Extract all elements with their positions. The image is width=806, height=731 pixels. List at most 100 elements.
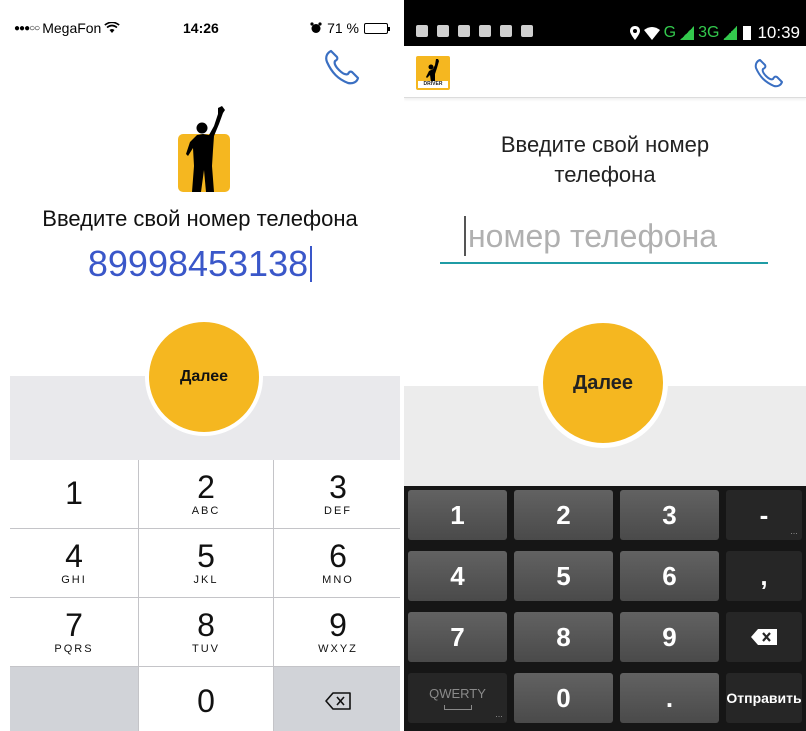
ios-status-bar: ●●●○○ MegaFon 14:26 71 % [0, 0, 400, 44]
wifi-icon [643, 26, 660, 40]
key-6[interactable]: 6 [620, 551, 719, 601]
key-letters: JKL [193, 574, 219, 586]
android-status-bar: G 3G 10:39 [404, 0, 806, 46]
app-toolbar: DRIVER [404, 46, 806, 98]
key-digit: 2 [556, 499, 571, 530]
key-7[interactable]: 7 [408, 612, 507, 662]
more-options-icon: … [495, 710, 503, 719]
raised-hand-figure-icon [426, 59, 439, 82]
backspace-icon [751, 629, 777, 645]
delete-key[interactable] [726, 612, 802, 662]
send-key-label: Отправить [726, 690, 802, 706]
key-letters: ABC [191, 505, 221, 517]
key-1[interactable]: 1 [408, 490, 507, 540]
signal-icon-2 [723, 26, 738, 40]
delete-key[interactable] [274, 667, 400, 731]
signal-dots-icon: ●●●○○ [14, 22, 40, 34]
status-time: 14:26 [183, 20, 219, 36]
notification-icon [416, 25, 428, 37]
qwerty-switch-key[interactable]: QWERTY … [408, 673, 507, 723]
phone-number-input[interactable]: номер телефона [440, 208, 768, 264]
battery-percent: 71 % [327, 20, 359, 36]
key-dot[interactable]: . [620, 673, 719, 723]
notification-icons [416, 25, 533, 37]
status-time: 10:39 [757, 23, 800, 42]
key-digit: 4 [450, 560, 465, 591]
phone-number-value: 89998453138 [87, 243, 309, 284]
phone-number-placeholder: номер телефона [468, 218, 718, 254]
key-8[interactable]: 8 TUV [139, 598, 273, 666]
key-digit: 9 [662, 621, 677, 652]
send-key[interactable]: Отправить [726, 673, 802, 723]
key-letters: PQRS [54, 643, 94, 655]
key-9[interactable]: 9 [620, 612, 719, 662]
key-symbol: . [665, 682, 674, 713]
key-digit: 6 [662, 560, 677, 591]
numeric-keypad: 1 2 3 -… 4 5 6 , 7 8 9 QWERTY… 0 . Отпра… [404, 486, 806, 731]
key-digit: 3 [662, 499, 677, 530]
message-icon [437, 25, 449, 37]
key-dash[interactable]: -… [726, 490, 802, 540]
carrier-info: ●●●○○ MegaFon [14, 20, 121, 36]
key-digit: 6 [329, 538, 347, 574]
alarm-icon [310, 22, 322, 33]
key-digit: 8 [556, 621, 571, 652]
key-2[interactable]: 2 ABC [139, 460, 273, 528]
key-digit: 1 [450, 499, 465, 530]
key-letters: WXYZ [318, 643, 358, 655]
key-9[interactable]: 9 WXYZ [274, 598, 400, 666]
key-comma[interactable]: , [726, 551, 802, 601]
key-1[interactable]: 1 [10, 460, 138, 528]
next-button-label: Далее [572, 371, 634, 394]
key-letters: MNO [322, 574, 354, 586]
key-4[interactable]: 4 GHI [10, 529, 138, 597]
phone-number-field[interactable]: 89998453138 [0, 243, 400, 285]
text-cursor [310, 246, 313, 282]
phone-prompt: Введите свой номер телефона [42, 206, 358, 231]
phone-icon[interactable] [752, 56, 786, 90]
next-button[interactable]: Далее [538, 318, 668, 448]
location-icon [629, 26, 640, 40]
signal-icon [680, 26, 695, 40]
key-6[interactable]: 6 MNO [274, 529, 400, 597]
numeric-keypad: 1 2 ABC 3 DEF 4 GHI 5 JKL 6 MNO 7 PQRS 8 TUV 9W… [10, 460, 400, 731]
network-3g-label: 3G [698, 24, 720, 41]
ios-screen: ●●●○○ MegaFon 14:26 71 % Введите свой но [0, 0, 400, 731]
phone-icon[interactable] [322, 47, 362, 87]
phone-prompt: Введите свой номер телефона [404, 130, 806, 190]
key-3[interactable]: 3 [620, 490, 719, 540]
more-symbols-icon: … [790, 527, 798, 536]
key-digit: 0 [556, 682, 571, 713]
raised-hand-figure-icon [178, 106, 230, 192]
key-digit: 1 [65, 475, 83, 511]
next-button[interactable]: Далее [145, 318, 263, 436]
key-5[interactable]: 5 JKL [139, 529, 273, 597]
key-2[interactable]: 2 [514, 490, 613, 540]
driver-logo-icon: DRIVER [416, 56, 450, 90]
battery-icon [364, 22, 390, 34]
next-button-label: Далее [179, 368, 229, 385]
contacts-icon [500, 25, 512, 37]
key-7[interactable]: 7 PQRS [10, 598, 138, 666]
key-digit: 5 [197, 538, 215, 574]
key-digit: 3 [329, 469, 347, 505]
backspace-icon [325, 691, 351, 710]
key-digit: 4 [65, 538, 83, 574]
key-0[interactable]: 0 [514, 673, 613, 723]
key-8[interactable]: 8 [514, 612, 613, 662]
key-5[interactable]: 5 [514, 551, 613, 601]
key-digit: 0 [197, 682, 215, 719]
android-screen: G 3G 10:39 DRIVER Введите свой номер тел… [404, 0, 806, 731]
key-digit: 5 [556, 560, 571, 591]
key-4[interactable]: 4 [408, 551, 507, 601]
logo-tag: DRIVER [418, 81, 448, 88]
battery-icon [743, 26, 752, 40]
image-icon [479, 25, 491, 37]
key-3[interactable]: 3 DEF [274, 460, 400, 528]
qwerty-label: QWERTY [429, 686, 486, 701]
key-blank [10, 667, 138, 731]
status-right: G 3G 10:39 [629, 23, 800, 43]
key-0[interactable]: 0 [139, 667, 273, 731]
key-letters: DEF [324, 505, 352, 517]
key-symbol: - [759, 499, 769, 530]
